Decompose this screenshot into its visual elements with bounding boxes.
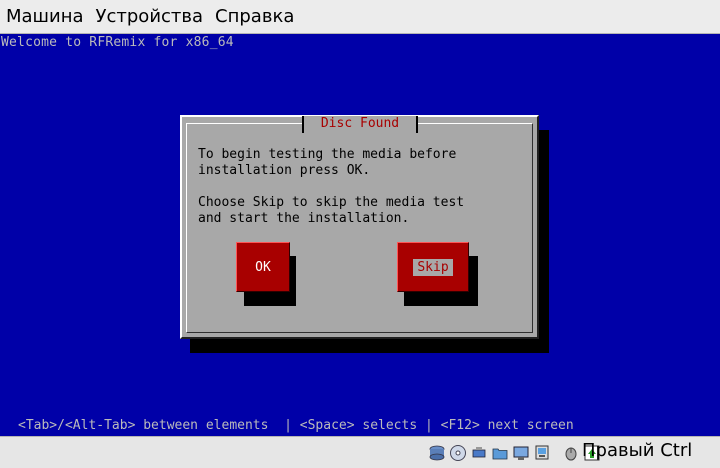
disc-found-dialog: Disc Found To begin testing the media be…	[180, 115, 539, 339]
device-tray	[428, 443, 604, 463]
dialog-message-line-1: To begin testing the media before	[198, 147, 457, 162]
hard-disk-icon[interactable]	[428, 444, 446, 462]
keyboard-help-line: <Tab>/<Alt-Tab> between elements | <Spac…	[18, 418, 574, 433]
welcome-text: Welcome to RFRemix for x86_64	[1, 35, 234, 50]
optical-drive-icon[interactable]	[449, 444, 467, 462]
mouse-integration-icon[interactable]	[562, 444, 580, 462]
display-icon[interactable]	[512, 444, 530, 462]
ok-button-label: OK	[255, 259, 271, 275]
skip-button-label: Skip	[413, 258, 453, 276]
network-icon[interactable]	[533, 444, 551, 462]
statusbar: Правый Ctrl	[0, 436, 720, 468]
usb-icon[interactable]	[470, 444, 488, 462]
menu-help[interactable]: Справка	[215, 6, 294, 27]
vm-screen[interactable]: Welcome to RFRemix for x86_64 Disc Found…	[0, 34, 720, 436]
menu-machine[interactable]: Машина	[6, 6, 84, 27]
shared-folders-icon[interactable]	[491, 444, 509, 462]
dialog-message-line-4: and start the installation.	[198, 211, 410, 226]
dialog-message-line-3: Choose Skip to skip the media test	[198, 195, 465, 210]
ok-button[interactable]: OK	[236, 242, 290, 292]
menu-devices[interactable]: Устройства	[96, 6, 204, 27]
skip-button[interactable]: Skip	[397, 242, 469, 292]
dialog-message-line-2: installation press OK.	[198, 163, 371, 178]
menubar: Машина Устройства Справка	[0, 0, 720, 34]
host-key-label: Правый Ctrl	[582, 440, 693, 461]
dialog-title: Disc Found	[302, 116, 418, 133]
